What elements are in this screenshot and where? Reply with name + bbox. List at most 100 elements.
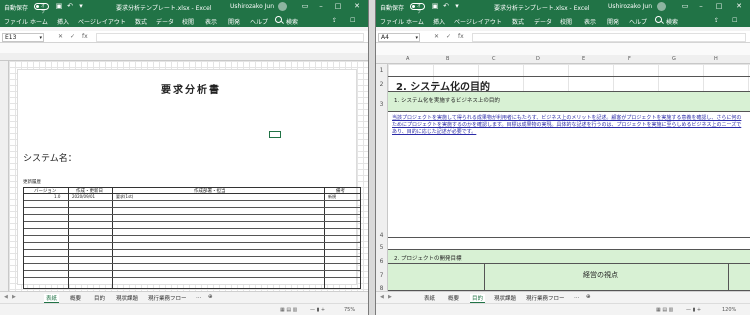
scroll-right-icon[interactable]: ▶ <box>12 294 16 300</box>
tab-home[interactable]: ホーム <box>30 17 48 26</box>
scroll-left-icon[interactable]: ◀ <box>4 294 8 300</box>
save-icon[interactable]: ▣ <box>431 2 439 10</box>
close-icon[interactable]: ✕ <box>352 1 362 11</box>
tab-insert[interactable]: 挿入 <box>57 17 69 26</box>
zoom-slider[interactable]: — ▮ + <box>310 307 325 313</box>
search-icon[interactable] <box>275 16 282 23</box>
sheet-tab-overview[interactable]: 概要 <box>448 294 459 302</box>
sheet-tab-cover[interactable]: 表紙 <box>424 294 435 302</box>
comment-icon[interactable]: ☐ <box>732 17 737 24</box>
sheet-tab-issues[interactable]: 現状課題 <box>116 294 138 302</box>
add-sheet-icon[interactable]: ⊕ <box>586 294 591 300</box>
tab-data[interactable]: データ <box>156 17 174 26</box>
undo-icon[interactable]: ↶ <box>66 2 74 10</box>
more-sheets-icon[interactable]: … <box>196 294 202 300</box>
autosave-toggle[interactable]: オフ <box>34 3 49 14</box>
minimize-icon[interactable]: – <box>696 1 706 11</box>
formula-input[interactable] <box>96 33 364 42</box>
column-b[interactable]: B <box>446 56 449 62</box>
tab-view[interactable]: 表示 <box>584 17 596 26</box>
view-icons[interactable]: ▦ ▤ ▥ <box>280 307 297 313</box>
row-2[interactable]: 2 <box>376 81 387 88</box>
tab-view[interactable]: 表示 <box>205 17 217 26</box>
selected-cell[interactable] <box>269 131 281 138</box>
share-icon[interactable]: ⇪ <box>332 17 337 24</box>
function-icon[interactable]: fx <box>458 33 464 40</box>
zoom-slider[interactable]: — ▮ + <box>686 307 701 313</box>
close-icon[interactable]: ✕ <box>734 1 744 11</box>
share-icon[interactable]: ⇪ <box>714 17 719 24</box>
zoom-level[interactable]: 120% <box>722 307 736 313</box>
tab-insert[interactable]: 挿入 <box>433 17 445 26</box>
enter-icon[interactable]: ✓ <box>446 33 451 40</box>
column-header-notes: 備考 <box>336 189 345 194</box>
autosave-toggle[interactable]: オフ <box>410 3 425 14</box>
row-3[interactable]: 3 <box>376 101 387 108</box>
row-7[interactable]: 7 <box>376 272 387 279</box>
sheet-area[interactable]: 要求分析書 システム名： 更新履歴 バージョン 作成・更新日 作成部署・担当 備… <box>9 61 368 291</box>
more-sheets-icon[interactable]: … <box>574 294 580 300</box>
tab-developer[interactable]: 開発 <box>607 17 619 26</box>
search-icon[interactable] <box>655 16 662 23</box>
tab-page-layout[interactable]: ページレイアウト <box>454 17 502 26</box>
tab-data[interactable]: データ <box>534 17 552 26</box>
cancel-icon[interactable]: ✕ <box>58 33 63 40</box>
tab-developer[interactable]: 開発 <box>228 17 240 26</box>
sheet-tab-purpose[interactable]: 目的 <box>94 294 105 302</box>
zoom-level[interactable]: 75% <box>344 307 355 313</box>
tab-search[interactable]: 検索 <box>286 17 298 26</box>
cancel-icon[interactable]: ✕ <box>434 33 439 40</box>
comment-icon[interactable]: ☐ <box>350 17 355 24</box>
maximize-icon[interactable]: □ <box>333 1 343 11</box>
redo-icon[interactable]: ▾ <box>453 2 461 10</box>
column-g[interactable]: G <box>672 56 676 62</box>
sheet-tab-flow[interactable]: 現行業務フロー <box>526 294 565 302</box>
tab-help[interactable]: ヘルプ <box>250 17 268 26</box>
sheet-tab-cover[interactable]: 表紙 <box>44 294 60 303</box>
scroll-right-icon[interactable]: ▶ <box>388 294 392 300</box>
tab-file[interactable]: ファイル <box>4 17 28 26</box>
undo-icon[interactable]: ↶ <box>442 2 450 10</box>
ribbon-display-icon[interactable]: ▭ <box>680 1 690 11</box>
tab-review[interactable]: 校閲 <box>560 17 572 26</box>
save-icon[interactable]: ▣ <box>55 2 63 10</box>
row-4[interactable]: 4 <box>376 232 387 239</box>
sheet-area[interactable]: 2. システム化の目的 1. システム化を実施するビジネス上の目的 当該プロジェ… <box>388 64 750 291</box>
formula-input[interactable] <box>472 33 746 42</box>
add-sheet-icon[interactable]: ⊕ <box>208 294 213 300</box>
column-e[interactable]: E <box>582 56 585 62</box>
name-box[interactable]: E13 ▾ <box>2 33 44 42</box>
view-icons[interactable]: ▦ ▤ ▥ <box>656 307 673 313</box>
row-5[interactable]: 5 <box>376 244 387 251</box>
tab-help[interactable]: ヘルプ <box>629 17 647 26</box>
tab-formulas[interactable]: 数式 <box>512 17 524 26</box>
tab-file[interactable]: ファイル <box>380 17 404 26</box>
enter-icon[interactable]: ✓ <box>70 33 75 40</box>
avatar[interactable] <box>657 2 666 11</box>
sheet-tab-issues[interactable]: 現状課題 <box>494 294 516 302</box>
column-c[interactable]: C <box>492 56 496 62</box>
name-box[interactable]: A4 ▾ <box>378 33 420 42</box>
revision-table: バージョン 作成・更新日 作成部署・担当 備考 1.0 2020/09/01 要… <box>23 187 361 289</box>
redo-icon[interactable]: ▾ <box>77 2 85 10</box>
tab-home[interactable]: ホーム <box>406 17 424 26</box>
column-d[interactable]: D <box>536 56 540 62</box>
ribbon-display-icon[interactable]: ▭ <box>300 1 310 11</box>
sheet-tab-purpose[interactable]: 目的 <box>470 294 486 303</box>
function-icon[interactable]: fx <box>82 33 88 40</box>
tab-review[interactable]: 校閲 <box>182 17 194 26</box>
column-f[interactable]: F <box>628 56 631 62</box>
scroll-left-icon[interactable]: ◀ <box>380 294 384 300</box>
minimize-icon[interactable]: – <box>316 1 326 11</box>
maximize-icon[interactable]: □ <box>714 1 724 11</box>
column-a[interactable]: A <box>406 56 409 62</box>
sheet-tab-overview[interactable]: 概要 <box>70 294 81 302</box>
tab-search[interactable]: 検索 <box>666 17 678 26</box>
tab-page-layout[interactable]: ページレイアウト <box>78 17 126 26</box>
row-1[interactable]: 1 <box>376 67 387 74</box>
row-6[interactable]: 6 <box>376 258 387 265</box>
avatar[interactable] <box>278 2 287 11</box>
tab-formulas[interactable]: 数式 <box>135 17 147 26</box>
column-h[interactable]: H <box>714 56 718 62</box>
sheet-tab-flow[interactable]: 現行業務フロー <box>148 294 187 302</box>
